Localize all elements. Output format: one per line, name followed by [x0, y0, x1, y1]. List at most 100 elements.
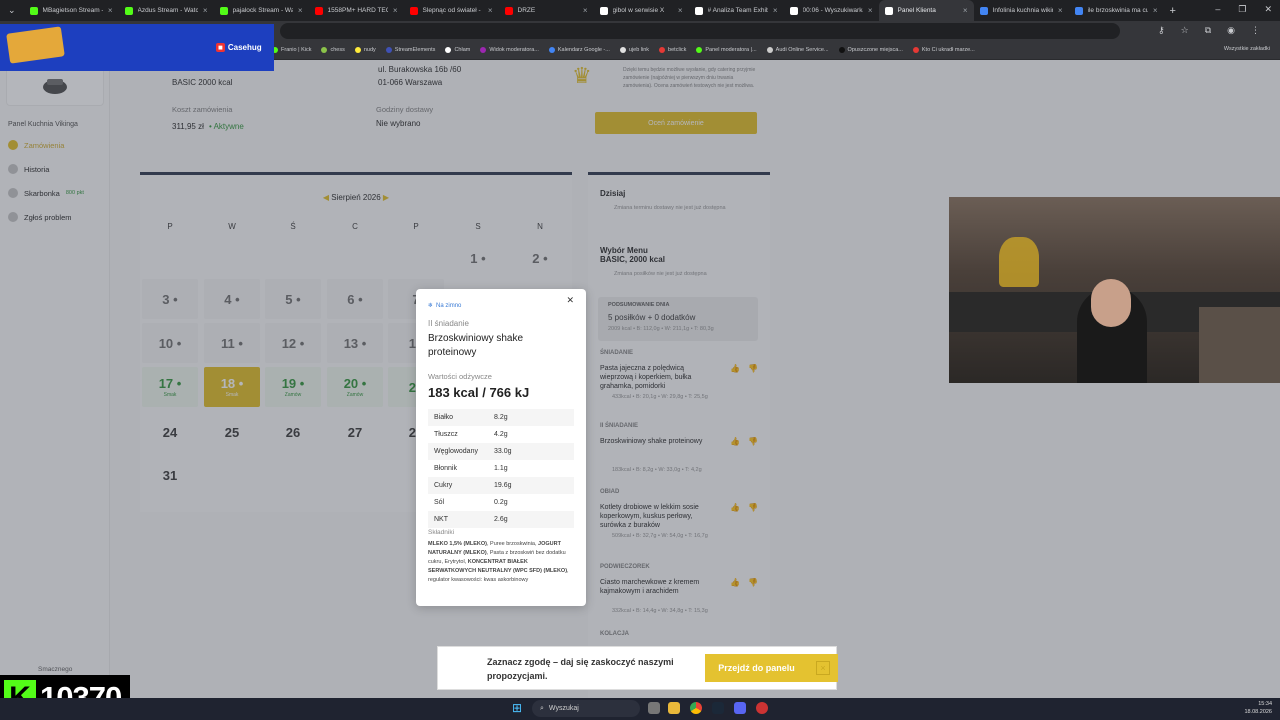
consent-close-button[interactable]: × [808, 654, 838, 682]
tab-close-icon[interactable]: × [583, 6, 588, 15]
bookmark-item[interactable]: Audi Online Service... [766, 47, 829, 53]
bookmark-icon [321, 47, 328, 53]
bookmark-label: Widok moderatora... [489, 47, 539, 53]
tab-close-icon[interactable]: × [393, 6, 398, 15]
windows-start-icon[interactable]: ⊞ [512, 702, 524, 714]
tab-close-icon[interactable]: × [868, 6, 873, 15]
steam-icon[interactable] [712, 702, 724, 714]
file-explorer-icon[interactable] [668, 702, 680, 714]
face-shape [1091, 279, 1131, 327]
discord-icon[interactable] [734, 702, 746, 714]
temperature-tag: ❄ Na zimno [428, 302, 461, 310]
nutrition-row: Błonnik 1.1g [428, 460, 574, 477]
tab-label: DRZE [517, 7, 536, 14]
new-tab-icon[interactable]: + [1164, 5, 1176, 17]
casehug-label: Casehug [227, 43, 262, 52]
all-bookmarks[interactable]: Wszystkie zakładki [1224, 46, 1270, 52]
bookmark-item[interactable]: Kalendarz Google -... [548, 47, 610, 53]
bookmark-icon [838, 47, 845, 53]
browser-tab[interactable]: 1558PM+ HARD TECH × [309, 0, 404, 21]
tab-close-icon[interactable]: × [1058, 6, 1063, 15]
browser-tab[interactable]: MBagietson Stream - × [24, 0, 119, 21]
minimize-icon[interactable]: – [1215, 4, 1220, 15]
browser-tab[interactable]: Ślepnąc od świateł - D × [404, 0, 499, 21]
nutrient-name: Błonnik [434, 465, 457, 472]
consent-bar: Zaznacz zgodę – daj się zaskoczyć naszym… [437, 646, 838, 690]
browser-tab[interactable]: 00:06 - Wyszukiwarka × [784, 0, 879, 21]
nutrient-name: Sól [434, 499, 445, 506]
tab-close-icon[interactable]: × [963, 6, 968, 15]
tab-close-icon[interactable]: × [773, 6, 778, 15]
browser-tab[interactable]: Infolinia kuchnia wikin × [974, 0, 1069, 21]
chrome-icon[interactable] [690, 702, 702, 714]
bookmark-item[interactable]: Kto Ci ukradł marze... [912, 47, 975, 53]
browser-tab[interactable]: ile brzoskwinia ma cuk × [1069, 0, 1164, 21]
snowflake-icon: ❄ [428, 303, 434, 309]
bookmark-item[interactable]: chess [321, 47, 345, 53]
sofa-shape [1199, 307, 1280, 383]
bookmark-item[interactable]: Panel moderatora |... [696, 47, 757, 53]
nutrition-row: Węglowodany 33.0g [428, 443, 574, 460]
key-icon[interactable]: ⚷ [1158, 25, 1165, 36]
nutrient-name: NKT [434, 516, 448, 523]
taskbar-search[interactable]: ⌕ Wyszukaj [532, 700, 640, 717]
bookmark-icon [385, 47, 392, 53]
nutrient-value: 1.1g [494, 465, 508, 472]
go-to-panel-button[interactable]: Przejdź do panelu [705, 654, 808, 682]
close-icon[interactable]: ✕ [566, 295, 574, 306]
bookmark-item[interactable]: Franio | Kick [272, 47, 311, 53]
ingredients-label: Składniki [428, 529, 455, 536]
tab-list-icon[interactable]: ⌄ [0, 5, 24, 16]
bookmark-item[interactable]: betclick [659, 47, 686, 53]
bookmark-icon [659, 47, 666, 53]
tab-close-icon[interactable]: × [488, 6, 493, 15]
browser-tab[interactable]: gibol w serwisie X × [594, 0, 689, 21]
bookmark-label: Kalendarz Google -... [557, 47, 610, 53]
extensions-icon[interactable]: ⧉ [1205, 25, 1211, 36]
ingredient-text: , Puree brzoskwinia, [486, 541, 539, 547]
tab-close-icon[interactable]: × [1153, 6, 1158, 15]
close-icon: × [816, 661, 830, 675]
tab-close-icon[interactable]: × [678, 6, 683, 15]
browser-tab[interactable]: pajalock Stream - Wat × [214, 0, 309, 21]
menu-icon[interactable]: ⋮ [1251, 25, 1260, 36]
clock-time: 15:34 [1258, 701, 1272, 707]
webcam-feed [949, 197, 1280, 383]
bookmark-label: Panel moderatora |... [705, 47, 757, 53]
nutrient-name: Cukry [434, 482, 453, 489]
nutrition-row: NKT 2.6g [428, 511, 574, 528]
tab-label: MBagietson Stream - [42, 7, 103, 14]
nutrition-row: Białko 8.2g [428, 409, 574, 426]
bookmark-item[interactable]: Opuszczone miejsca... [838, 47, 903, 53]
nutrient-value: 33.0g [494, 448, 512, 455]
bookmark-item[interactable]: StreamElements [385, 47, 435, 53]
star-icon[interactable]: ☆ [1181, 25, 1189, 36]
bookmark-item[interactable]: Chłam [445, 47, 470, 53]
tab-favicon-icon [789, 6, 798, 15]
bookmark-item[interactable]: nudy [354, 47, 376, 53]
tab-close-icon[interactable]: × [298, 6, 303, 15]
close-window-icon[interactable]: ✕ [1264, 4, 1272, 15]
browser-tab[interactable]: Panel Klienta × [878, 0, 974, 21]
tab-favicon-icon [219, 6, 228, 15]
bookmark-icon [548, 47, 555, 53]
meal-name: Brzoskwiniowy shake proteinowy [428, 333, 524, 358]
bookmark-icon [480, 47, 487, 53]
browser-tab[interactable]: DRZE × [499, 0, 594, 21]
browser-tab[interactable]: # Analiza Team Exhib × [689, 0, 784, 21]
app-icon[interactable] [756, 702, 768, 714]
nutrient-value: 19.6g [494, 482, 512, 489]
maximize-icon[interactable]: ❐ [1238, 4, 1246, 15]
bookmark-item[interactable]: Widok moderatora... [480, 47, 539, 53]
meal-type: II śniadanie [428, 319, 469, 328]
tab-label: Azdus Stream - Watch [137, 7, 198, 14]
clock-date: 18.08.2026 [1244, 709, 1272, 715]
tab-close-icon[interactable]: × [203, 6, 208, 15]
bookmark-item[interactable]: ujeb link [619, 47, 649, 53]
bookmark-label: chess [330, 47, 345, 53]
tab-close-icon[interactable]: × [108, 6, 113, 15]
task-view-icon[interactable] [648, 702, 660, 714]
address-bar[interactable] [280, 23, 1120, 39]
profile-icon[interactable]: ◉ [1227, 25, 1235, 36]
browser-tab[interactable]: Azdus Stream - Watch × [119, 0, 214, 21]
